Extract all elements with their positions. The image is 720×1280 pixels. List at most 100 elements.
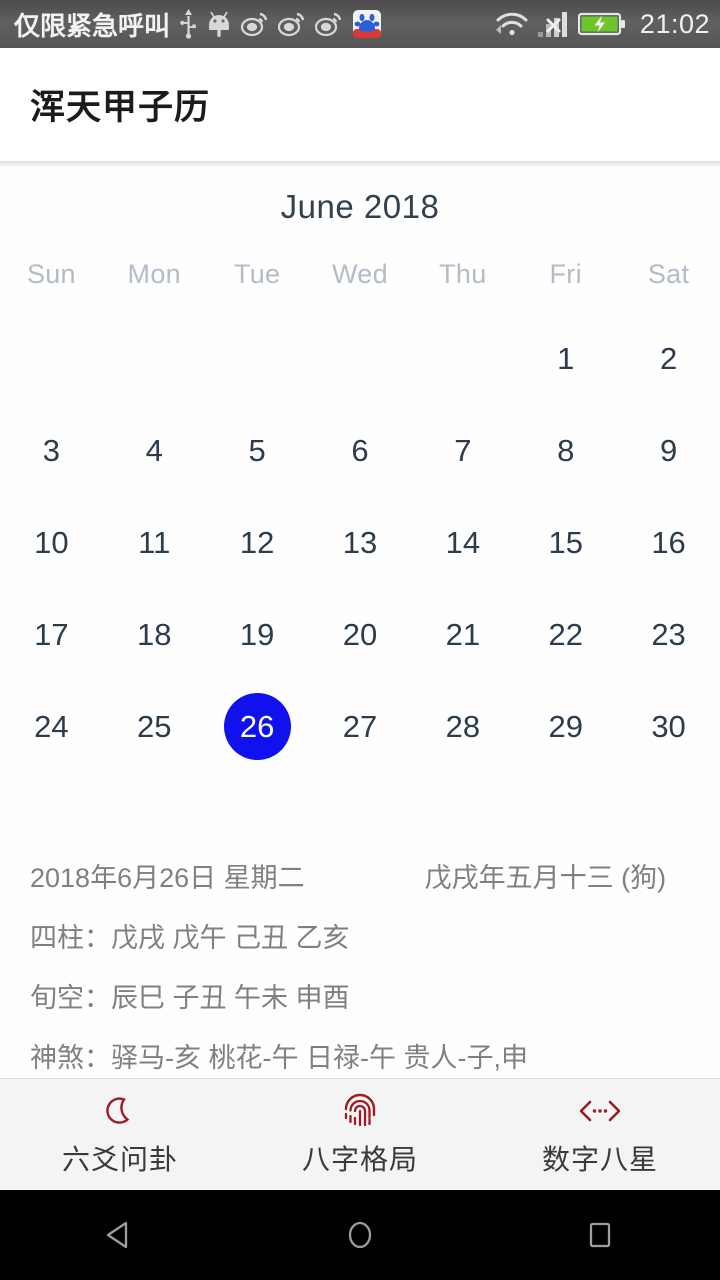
carrier-label: 仅限紧急呼叫 (14, 10, 171, 41)
calendar-days-grid: 1 2 3 4 5 6 7 8 9 10 11 12 13 14 15 16 17 18 19 20 21 22 23 24 2… (0, 312, 720, 772)
weekday-label-fri: Fri (549, 259, 582, 289)
weibo-icon (278, 12, 305, 37)
calendar-day-16[interactable]: 16 (617, 496, 720, 588)
weekday-label-sat: Sat (647, 259, 690, 289)
day-number: 25 (137, 708, 172, 744)
clock-label: 21:02 (639, 8, 710, 39)
tab-shuzi-baxing[interactable]: 数字八星 (480, 1079, 720, 1190)
calendar-day-28[interactable]: 28 (411, 680, 514, 772)
calendar-cell-empty (0, 312, 103, 404)
day-number: 5 (248, 432, 266, 468)
day-number: 19 (239, 616, 275, 652)
detail-row-void-periods: 旬空：辰巳 子丑 午未 申酉 (30, 965, 690, 1025)
calendar-day-2[interactable]: 2 (617, 312, 720, 404)
tab-bazi-geju[interactable]: 八字格局 (240, 1079, 480, 1190)
lunar-date-label: 戊戌年五月十三 (狗) (424, 862, 667, 893)
calendar-day-17[interactable]: 17 (0, 588, 103, 680)
calendar-day-9[interactable]: 9 (617, 404, 720, 496)
calendar-day-8[interactable]: 8 (514, 404, 617, 496)
day-number: 6 (351, 432, 369, 468)
calendar-cell-empty (309, 312, 412, 404)
void-periods-label: 旬空：辰巳 子丑 午未 申酉 (30, 982, 350, 1013)
day-number: 30 (651, 708, 686, 744)
day-number: 9 (659, 432, 678, 468)
weibo-icon (315, 12, 342, 37)
android-icon (209, 11, 230, 37)
day-number: 2 (659, 340, 678, 376)
detail-row-deities: 神煞：驿马-亥 桃花-午 日禄-午 贵人-子,申 (30, 1025, 690, 1085)
calendar-day-6[interactable]: 6 (309, 404, 412, 496)
tab-label: 八字格局 (301, 1144, 418, 1175)
day-number: 21 (445, 616, 481, 652)
calendar-day-23[interactable]: 23 (617, 588, 720, 680)
solar-date-label: 2018年6月26日 星期二 (30, 862, 305, 893)
weekday-label-tue: Tue (233, 259, 281, 289)
day-number: 4 (145, 432, 163, 468)
day-number: 23 (651, 616, 686, 652)
app-bar-shadow (0, 161, 720, 168)
app-bar: 浑天甲子历 (0, 48, 720, 161)
tab-label: 六爻问卦 (61, 1144, 178, 1175)
weekday-label-mon: Mon (127, 259, 181, 289)
wifi-icon (495, 12, 528, 36)
calendar-day-7[interactable]: 7 (411, 404, 514, 496)
calendar-day-25[interactable]: 25 (103, 680, 206, 772)
home-circle-icon[interactable] (315, 1190, 405, 1280)
day-number: 27 (342, 708, 378, 744)
status-bar: 仅限紧急呼叫 21:02 (0, 0, 720, 48)
calendar-day-1[interactable]: 1 (514, 312, 617, 404)
day-number: 15 (548, 524, 583, 560)
calendar-day-20[interactable]: 20 (309, 588, 412, 680)
calendar-day-12[interactable]: 12 (206, 496, 309, 588)
calendar-day-26[interactable]: 26 (206, 680, 309, 772)
calendar-day-13[interactable]: 13 (309, 496, 412, 588)
calendar-day-4[interactable]: 4 (103, 404, 206, 496)
day-number: 13 (342, 524, 378, 560)
crescent-moon-icon (102, 1091, 138, 1131)
tab-label: 数字八星 (541, 1144, 658, 1175)
calendar-day-15[interactable]: 15 (514, 496, 617, 588)
signal-no-service-icon (537, 12, 567, 37)
app-title: 浑天甲子历 (30, 88, 211, 127)
calendar-day-3[interactable]: 3 (0, 404, 103, 496)
deities-label: 神煞：驿马-亥 桃花-午 日禄-午 贵人-子,申 (30, 1042, 528, 1073)
baidu-cloud-icon (353, 10, 382, 38)
weekday-header-row: Sun Mon Tue Wed Thu Fri Sat (0, 259, 720, 290)
date-details-panel: 2018年6月26日 星期二 戊戌年五月十三 (狗) 四柱：戊戌 戊午 己丑 乙… (0, 845, 720, 1085)
battery-charging-icon (577, 12, 625, 36)
calendar-day-11[interactable]: 11 (103, 496, 206, 588)
day-number: 28 (445, 708, 481, 744)
calendar-day-30[interactable]: 30 (617, 680, 720, 772)
back-triangle-icon[interactable] (75, 1190, 165, 1280)
calendar-day-19[interactable]: 19 (206, 588, 309, 680)
calendar-day-18[interactable]: 18 (103, 588, 206, 680)
day-number: 7 (454, 432, 472, 468)
calendar-day-22[interactable]: 22 (514, 588, 617, 680)
calendar-day-24[interactable]: 24 (0, 680, 103, 772)
four-pillars-label: 四柱：戊戌 戊午 己丑 乙亥 (30, 922, 350, 953)
day-number: 12 (239, 524, 275, 560)
detail-row-four-pillars: 四柱：戊戌 戊午 己丑 乙亥 (30, 905, 690, 965)
day-number: 29 (548, 708, 583, 744)
day-number: 22 (548, 616, 583, 652)
day-number: 8 (557, 432, 575, 468)
calendar-day-14[interactable]: 14 (411, 496, 514, 588)
fingerprint-icon (342, 1091, 378, 1131)
weekday-label-wed: Wed (332, 259, 388, 289)
recents-square-icon[interactable] (555, 1190, 645, 1280)
tab-liuyao-wengua[interactable]: 六爻问卦 (0, 1079, 240, 1190)
day-number: 17 (34, 616, 69, 652)
calendar-day-10[interactable]: 10 (0, 496, 103, 588)
day-number: 24 (34, 708, 69, 744)
calendar-cell-empty (103, 312, 206, 404)
calendar-day-29[interactable]: 29 (514, 680, 617, 772)
weibo-icon (241, 12, 268, 37)
calendar-cell-empty (411, 312, 514, 404)
calendar-day-5[interactable]: 5 (206, 404, 309, 496)
day-number: 11 (138, 524, 171, 560)
detail-row-date: 2018年6月26日 星期二 戊戌年五月十三 (狗) (30, 845, 690, 905)
status-bar-notification-icons (180, 9, 382, 39)
calendar-day-27[interactable]: 27 (309, 680, 412, 772)
month-header[interactable]: June 2018 (0, 168, 720, 226)
calendar-day-21[interactable]: 21 (411, 588, 514, 680)
